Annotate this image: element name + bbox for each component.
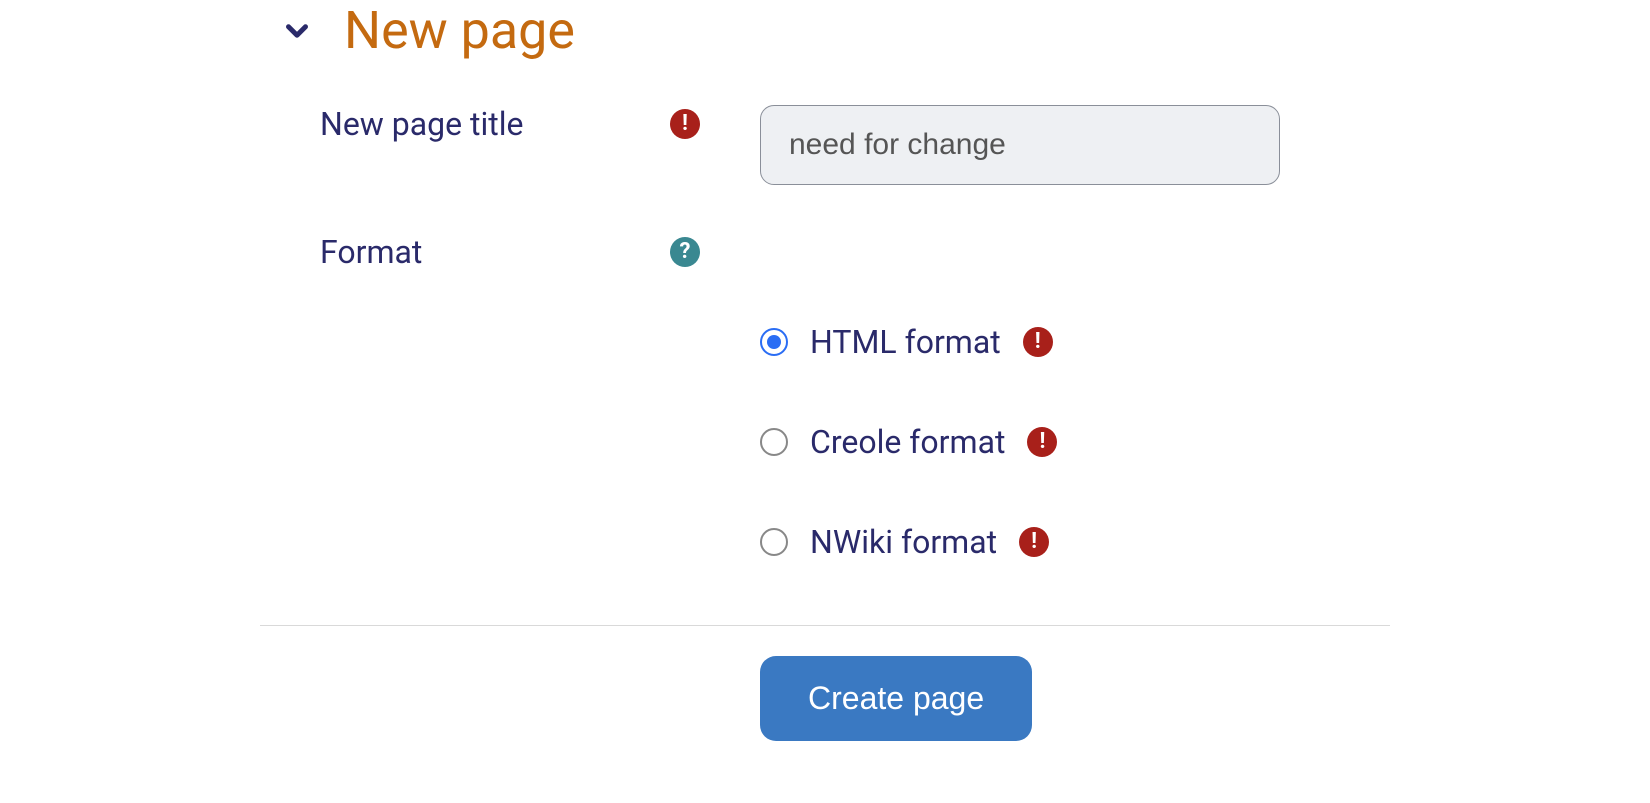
format-radio-html[interactable] xyxy=(760,328,788,356)
format-label-html: HTML format xyxy=(810,323,1001,361)
label-format: Format xyxy=(320,233,422,271)
required-icon: ! xyxy=(1027,427,1057,457)
format-label-nwiki: NWiki format xyxy=(810,523,997,561)
required-icon: ! xyxy=(670,109,700,139)
format-label-creole: Creole format xyxy=(810,423,1005,461)
actions-row: Create page xyxy=(0,656,1650,741)
label-new-page-title: New page title xyxy=(320,105,524,143)
format-radio-creole[interactable] xyxy=(760,428,788,456)
chevron-down-icon xyxy=(280,14,314,48)
section-title: New page xyxy=(344,0,575,61)
format-radio-group: HTML format ! Creole format ! NWiki form… xyxy=(760,233,1290,561)
format-option-creole[interactable]: Creole format ! xyxy=(760,423,1290,461)
format-radio-nwiki[interactable] xyxy=(760,528,788,556)
row-title: New page title ! xyxy=(0,81,1650,209)
row-format: Format ? HTML format ! Creole format ! N… xyxy=(0,209,1650,585)
help-icon[interactable]: ? xyxy=(670,237,700,267)
new-page-title-input[interactable] xyxy=(760,105,1280,185)
section-header[interactable]: New page xyxy=(0,0,1650,81)
required-icon: ! xyxy=(1023,327,1053,357)
format-option-html[interactable]: HTML format ! xyxy=(760,323,1290,361)
new-page-form: New page New page title ! Format ? HTML … xyxy=(0,0,1650,781)
divider xyxy=(260,625,1390,626)
label-col-format: Format ? xyxy=(0,233,760,271)
field-col-format: HTML format ! Creole format ! NWiki form… xyxy=(760,233,1650,561)
format-option-nwiki[interactable]: NWiki format ! xyxy=(760,523,1290,561)
label-col-title: New page title ! xyxy=(0,105,760,143)
field-col-title xyxy=(760,105,1650,185)
required-icon: ! xyxy=(1019,527,1049,557)
create-page-button[interactable]: Create page xyxy=(760,656,1032,741)
